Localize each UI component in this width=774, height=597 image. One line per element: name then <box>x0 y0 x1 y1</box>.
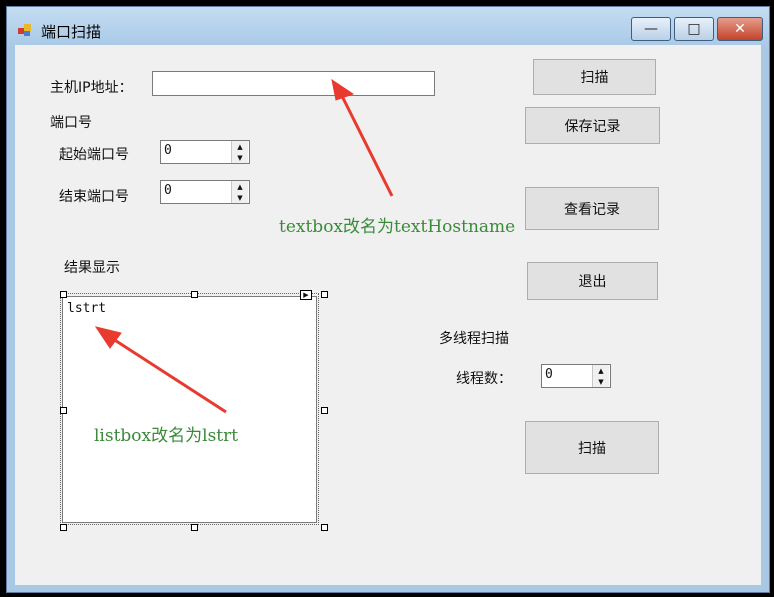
annotation-arrows <box>94 78 394 414</box>
textbox-rename-note: textbox改名为textHostname <box>279 217 516 237</box>
arrow-head-textbox <box>331 78 355 101</box>
listbox-rename-note: listbox改名为lstrt <box>94 426 239 446</box>
arrow-to-textbox <box>338 91 394 197</box>
arrow-to-listbox <box>109 335 227 414</box>
arrow-head-listbox <box>94 326 122 349</box>
